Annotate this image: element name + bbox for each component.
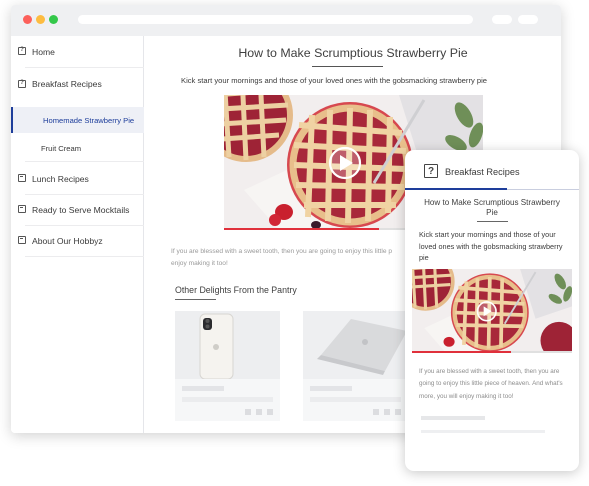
card-placeholder-line bbox=[182, 386, 224, 391]
sidebar-item-label: Breakfast Recipes bbox=[32, 79, 102, 89]
page-title: How to Make Scrumptious Strawberry Pie bbox=[238, 46, 468, 60]
product-card[interactable] bbox=[303, 311, 408, 421]
toolbar-button[interactable] bbox=[492, 15, 512, 24]
sidebar-item-label: Home bbox=[32, 47, 55, 57]
book-icon bbox=[18, 236, 26, 244]
mobile-header-progress-fill bbox=[405, 188, 507, 190]
book-icon bbox=[18, 174, 26, 182]
strawberry-pie-image bbox=[412, 269, 572, 353]
section-title: Other Delights From the Pantry bbox=[175, 285, 297, 295]
sidebar-item-lunch-recipes[interactable]: Lunch Recipes bbox=[11, 171, 144, 187]
address-bar[interactable] bbox=[78, 15, 473, 24]
article-body-line: enjoy making it too! bbox=[171, 260, 228, 267]
section-underline bbox=[175, 299, 216, 300]
book-icon bbox=[18, 205, 26, 213]
placeholder-line bbox=[421, 416, 485, 420]
divider bbox=[25, 67, 144, 68]
sidebar-item-fruit-cream[interactable]: Fruit Cream bbox=[11, 134, 144, 160]
sidebar-item-breakfast-recipes[interactable]: Breakfast Recipes bbox=[11, 76, 144, 92]
card-action[interactable] bbox=[384, 409, 390, 415]
card-placeholder-line bbox=[182, 397, 273, 402]
card-action[interactable] bbox=[267, 409, 273, 415]
sidebar-item-home[interactable]: Home bbox=[11, 44, 144, 60]
placeholder-line bbox=[421, 430, 545, 433]
help-square-icon[interactable]: ? bbox=[424, 164, 438, 178]
browser-titlebar bbox=[11, 5, 561, 36]
article-body-line: If you are blessed with a sweet tooth, t… bbox=[171, 248, 393, 255]
card-action[interactable] bbox=[245, 409, 251, 415]
article-body: If you are blessed with a sweet tooth, t… bbox=[171, 246, 411, 270]
sidebar: Home Breakfast Recipes Homemade Strawber… bbox=[11, 36, 144, 433]
mobile-header-progress bbox=[405, 188, 579, 190]
mobile-page-title: How to Make Scrumptious Strawberry Pie bbox=[424, 198, 560, 217]
mobile-video-player[interactable] bbox=[412, 269, 572, 353]
mobile-header-title: Breakfast Recipes bbox=[445, 167, 520, 177]
card-action[interactable] bbox=[395, 409, 401, 415]
card-placeholder-line bbox=[310, 386, 352, 391]
sidebar-item-label: Homemade Strawberry Pie bbox=[43, 116, 135, 125]
mobile-preview: ? Breakfast Recipes How to Make Scrumpti… bbox=[405, 150, 579, 471]
title-underline bbox=[477, 221, 508, 222]
help-square-icon bbox=[18, 79, 26, 88]
laptop-product-image bbox=[303, 311, 408, 379]
help-square-icon bbox=[18, 46, 26, 55]
sidebar-item-label: About Our Hobbyz bbox=[32, 236, 103, 246]
product-card[interactable] bbox=[175, 311, 280, 421]
divider bbox=[25, 225, 144, 226]
minimize-window-dot[interactable] bbox=[36, 15, 45, 24]
mobile-article-lead: Kick start your mornings and those of yo… bbox=[419, 230, 563, 263]
sidebar-item-label: Fruit Cream bbox=[41, 144, 82, 153]
sidebar-item-about-our-hobbyz[interactable]: About Our Hobbyz bbox=[11, 233, 144, 249]
video-progress-fill bbox=[224, 228, 380, 230]
divider bbox=[25, 161, 144, 162]
close-window-dot[interactable] bbox=[23, 15, 32, 24]
sidebar-item-homemade-strawberry-pie[interactable]: Homemade Strawberry Pie bbox=[11, 107, 144, 133]
sidebar-item-label: Ready to Serve Mocktails bbox=[32, 205, 130, 215]
mobile-video-progress-fill bbox=[412, 351, 512, 353]
sidebar-item-ready-to-serve-mocktails[interactable]: Ready to Serve Mocktails bbox=[11, 202, 144, 218]
title-underline bbox=[312, 66, 383, 67]
toolbar-button[interactable] bbox=[518, 15, 538, 24]
divider bbox=[25, 256, 144, 257]
mobile-video-progress-bar[interactable] bbox=[412, 351, 572, 353]
article-lead: Kick start your mornings and those of yo… bbox=[181, 76, 488, 85]
mobile-article-body: If you are blessed with a sweet tooth, t… bbox=[419, 368, 563, 400]
card-placeholder-line bbox=[310, 397, 401, 402]
smartphone-product-image bbox=[175, 311, 280, 379]
maximize-window-dot[interactable] bbox=[49, 15, 58, 24]
mobile-header: ? Breakfast Recipes bbox=[405, 150, 579, 190]
divider bbox=[25, 194, 144, 195]
card-action[interactable] bbox=[256, 409, 262, 415]
card-action[interactable] bbox=[373, 409, 379, 415]
sidebar-item-label: Lunch Recipes bbox=[32, 174, 89, 184]
